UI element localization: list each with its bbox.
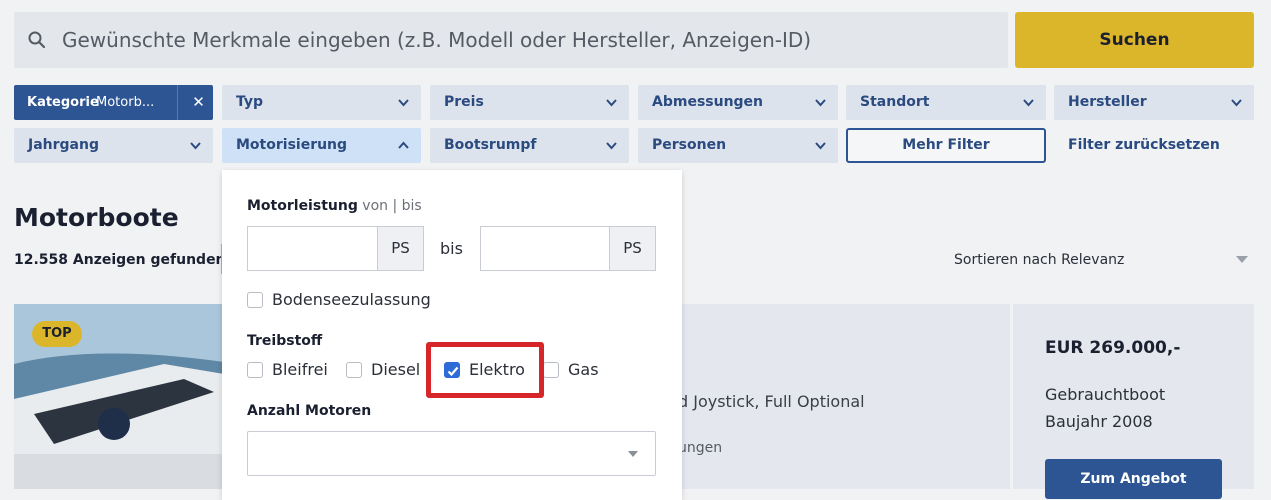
bis-label: bis [440,239,463,258]
engines-heading: Anzahl Motoren [247,403,372,419]
sort-value: Relevanz [1061,252,1125,268]
caret-down-icon [1236,256,1248,263]
listing-condition: Gebrauchtboot [1045,385,1166,404]
engines-select[interactable] [247,431,656,476]
page-title: Motorboote [14,203,179,232]
bodensee-label[interactable]: Bodenseezulassung [272,290,431,309]
chevron-down-icon [190,142,201,150]
divider [177,85,178,120]
close-icon[interactable]: ✕ [184,85,213,120]
power-to-unit: PS [609,227,655,270]
power-range-hint: von | bis [362,198,422,214]
filter-label: Abmessungen [652,94,764,110]
chevron-down-icon [815,99,826,107]
listing-price: EUR 269.000,- [1045,338,1181,358]
chevron-down-icon [815,142,826,150]
chevron-down-icon [606,99,617,107]
filter-label: Hersteller [1068,94,1147,110]
filter-label: Motorisierung [236,137,348,153]
listing-description: d Joystick, Full Optional [678,392,865,411]
bodensee-checkbox[interactable] [247,292,263,308]
fuel-checkbox-gas[interactable] [543,362,559,378]
filter-label: Jahrgang [28,137,99,153]
filter-label: Bootsrumpf [444,137,537,153]
fuel-label-bleifrei[interactable]: Bleifrei [272,360,328,379]
fuel-label-diesel[interactable]: Diesel [371,360,420,379]
filter-personen[interactable]: Personen [638,128,838,163]
filter-bootsrumpf[interactable]: Bootsrumpf [430,128,629,163]
more-filters-button[interactable]: Mehr Filter [846,128,1046,163]
chevron-down-icon [1231,99,1242,107]
fuel-checkbox-bleifrei[interactable] [247,362,263,378]
filter-abmessungen[interactable]: Abmessungen [638,85,838,120]
fuel-heading: Treibstoff [247,333,323,349]
filter-jahrgang[interactable]: Jahrgang [14,128,213,163]
offer-button[interactable]: Zum Angebot [1045,459,1222,499]
listing-feature: ungen [678,440,723,456]
reset-filters-link[interactable]: Filter zurücksetzen [1068,128,1220,163]
sort-label: Sortieren nach [954,252,1057,268]
filter-label: Preis [444,94,484,110]
filter-preis[interactable]: Preis [430,85,629,120]
search-button[interactable]: Suchen [1015,12,1254,68]
fuel-checkbox-diesel[interactable] [346,362,362,378]
result-count: 12.558 Anzeigen gefunden [14,252,226,268]
fuel-label-gas[interactable]: Gas [568,360,599,379]
filter-hersteller[interactable]: Hersteller [1054,85,1254,120]
filter-typ[interactable]: Typ [222,85,421,120]
search-input[interactable]: Gewünschte Merkmale eingeben (z.B. Model… [62,12,811,68]
filter-label: Typ [236,94,264,110]
sort-dropdown[interactable]: Sortieren nach Relevanz [954,252,1124,268]
filter-standort[interactable]: Standort [846,85,1046,120]
chevron-up-icon [398,141,409,149]
chevron-down-icon [398,99,409,107]
highlight-box [426,342,544,398]
power-heading: Motorleistung von | bis [247,198,422,214]
filter-label: Standort [860,94,930,110]
power-label: Motorleistung [247,198,358,214]
top-badge: TOP [32,321,82,347]
category-filter-chip[interactable]: Kategorie Motorb... ✕ [14,85,213,120]
chevron-down-icon [606,142,617,150]
category-label: Kategorie [27,95,99,110]
chevron-down-icon [1023,99,1034,107]
category-value: Motorb... [96,95,155,110]
filter-label: Personen [652,137,727,153]
caret-down-icon [628,451,638,457]
filter-motorisierung[interactable]: Motorisierung [222,128,421,163]
search-icon [28,31,46,49]
power-from-unit: PS [377,227,423,270]
listing-year: Baujahr 2008 [1045,412,1153,431]
